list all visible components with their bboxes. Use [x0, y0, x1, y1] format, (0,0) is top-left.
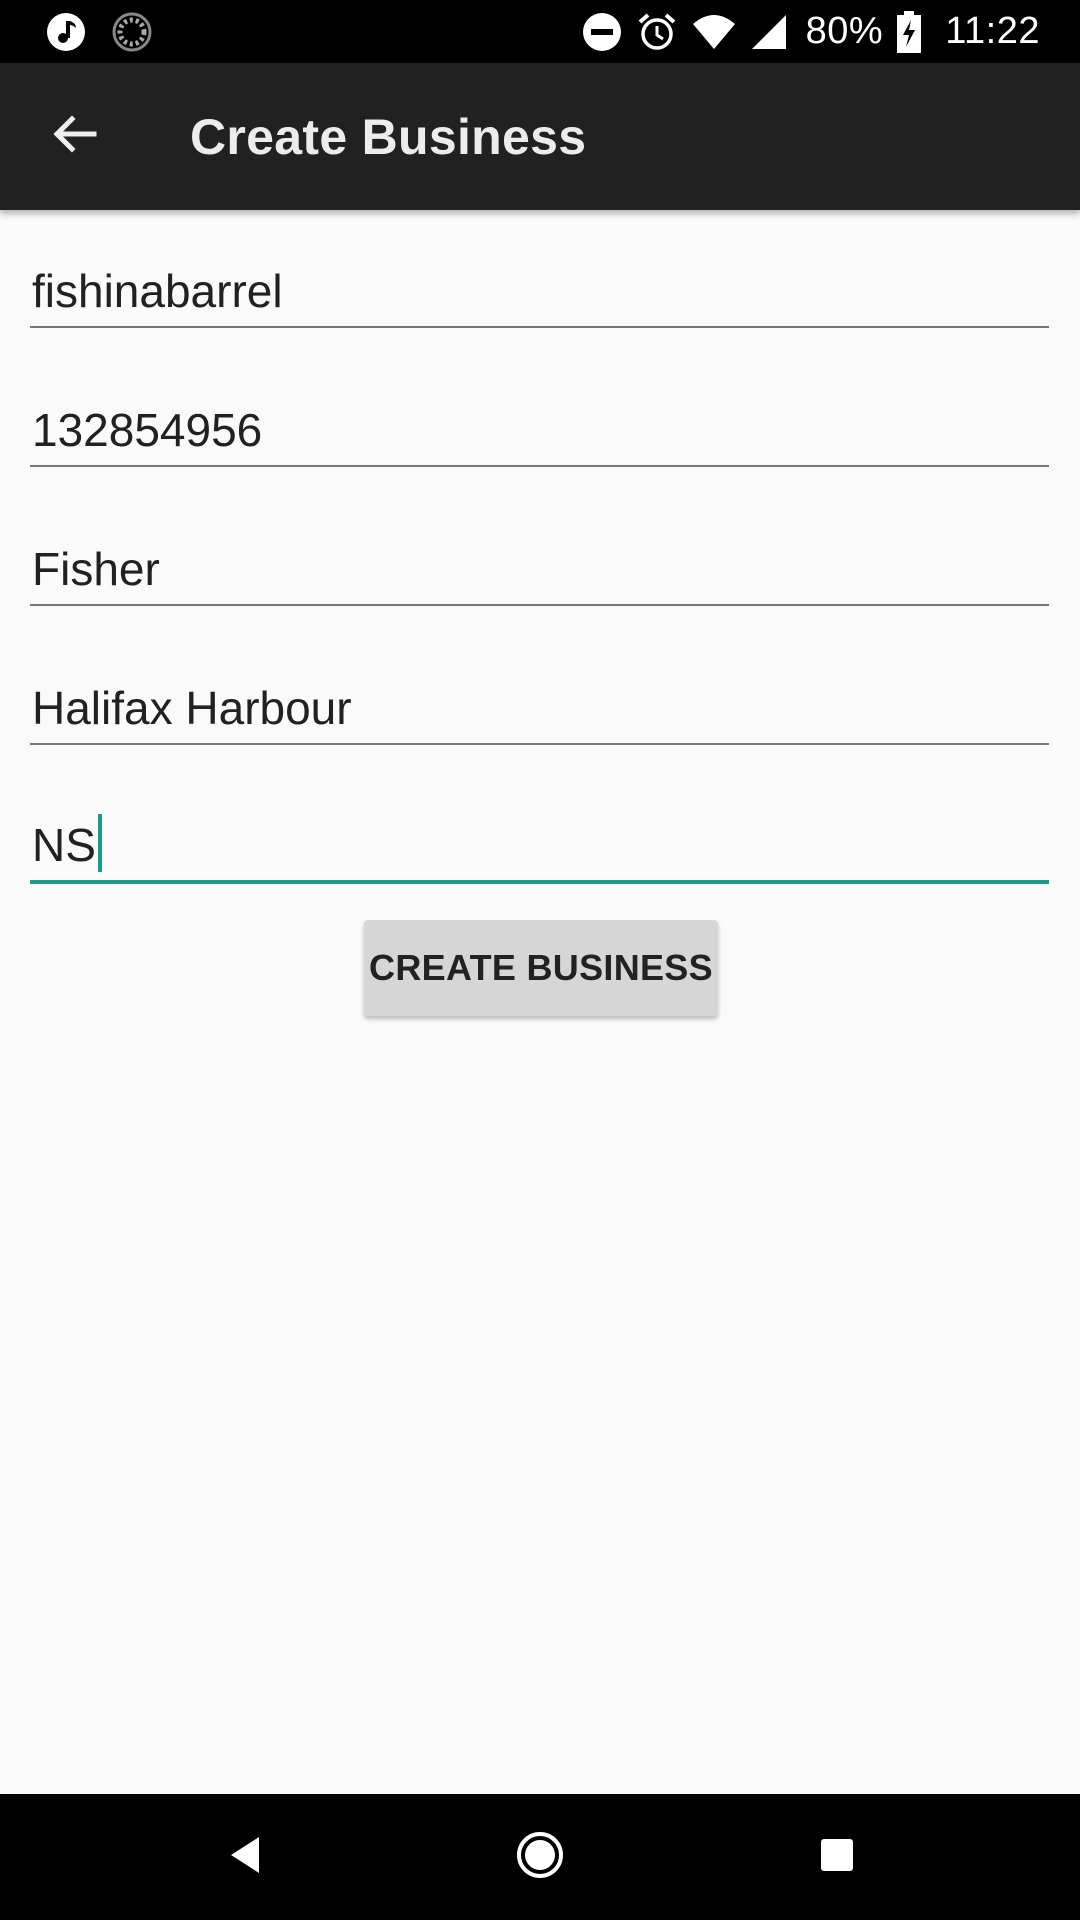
status-bar: 80% 11:22 — [0, 0, 1080, 63]
status-left — [46, 12, 152, 52]
battery-charging-icon — [897, 10, 922, 53]
back-button[interactable] — [32, 95, 116, 179]
screen: 80% 11:22 Create Business fishinabarrel … — [0, 0, 1080, 1920]
do-not-disturb-icon — [582, 12, 622, 52]
status-right: 80% 11:22 — [582, 10, 1040, 53]
music-notification-icon — [46, 12, 86, 52]
business-name-input[interactable]: fishinabarrel — [30, 258, 1049, 328]
business-number-input[interactable]: 132854956 — [30, 397, 1049, 467]
business-name-field[interactable]: fishinabarrel — [30, 258, 1049, 328]
nav-back-button[interactable] — [210, 1822, 280, 1892]
battery-percent: 80% — [805, 10, 884, 52]
business-number-field[interactable]: 132854956 — [30, 397, 1049, 467]
address-input[interactable]: Halifax Harbour — [30, 675, 1049, 745]
clock: 11:22 — [945, 10, 1040, 52]
province-value: NS — [32, 819, 96, 871]
nav-home-button[interactable] — [505, 1822, 575, 1892]
address-value: Halifax Harbour — [32, 682, 352, 734]
province-field[interactable]: NS — [30, 814, 1049, 884]
navigation-bar — [0, 1794, 1080, 1920]
business-number-value: 132854956 — [32, 404, 263, 456]
page-title: Create Business — [190, 108, 587, 165]
loading-notification-icon — [112, 12, 152, 52]
arrow-back-icon — [50, 110, 98, 163]
business-name-value: fishinabarrel — [32, 265, 283, 317]
nav-recents-button[interactable] — [802, 1822, 872, 1892]
province-input[interactable]: NS — [30, 814, 1049, 884]
address-field[interactable]: Halifax Harbour — [30, 675, 1049, 745]
primary-business-field[interactable]: Fisher — [30, 536, 1049, 606]
nav-home-icon — [515, 1830, 565, 1885]
primary-business-input[interactable]: Fisher — [30, 536, 1049, 606]
alarm-icon — [636, 11, 678, 53]
wifi-icon — [692, 14, 736, 50]
app-bar: Create Business — [0, 63, 1080, 210]
nav-back-icon — [227, 1835, 263, 1880]
nav-recents-icon — [819, 1837, 855, 1878]
primary-business-value: Fisher — [32, 543, 160, 595]
text-caret — [97, 814, 102, 872]
create-business-button[interactable]: CREATE BUSINESS — [364, 920, 718, 1016]
cell-signal-icon — [750, 13, 788, 51]
